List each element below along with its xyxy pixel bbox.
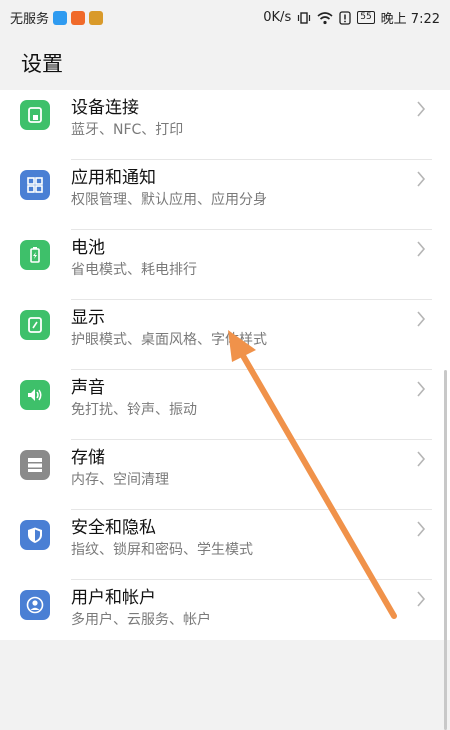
item-label: 显示 bbox=[71, 308, 105, 328]
item-subtitle: 免打扰、铃声、振动 bbox=[71, 402, 197, 418]
clock: 晚上 7:22 bbox=[380, 12, 440, 27]
carrier-text: 无服务 bbox=[10, 12, 50, 27]
item-label: 电池 bbox=[71, 238, 105, 258]
game-app-icon bbox=[89, 10, 104, 25]
status-bar: 无服务 0K/s 55 晚上 7:22 bbox=[0, 0, 450, 32]
scrollbar[interactable] bbox=[444, 370, 447, 730]
item-label: 设备连接 bbox=[71, 98, 139, 118]
chevron-right-icon bbox=[417, 171, 426, 187]
settings-item-device-connection[interactable]: 设备连接 蓝牙、NFC、打印 bbox=[0, 90, 450, 160]
status-left: 无服务 bbox=[10, 8, 104, 27]
video-app-icon bbox=[71, 10, 86, 25]
item-subtitle: 省电模式、耗电排行 bbox=[71, 262, 197, 278]
item-subtitle: 权限管理、默认应用、应用分身 bbox=[71, 192, 267, 208]
item-subtitle: 内存、空间清理 bbox=[71, 472, 169, 488]
item-subtitle: 护眼模式、桌面风格、字体样式 bbox=[71, 332, 267, 348]
item-label: 应用和通知 bbox=[71, 168, 156, 188]
battery-icon bbox=[20, 240, 50, 270]
user-icon bbox=[20, 590, 50, 620]
settings-item-storage[interactable]: 存储 内存、空间清理 bbox=[0, 440, 450, 510]
item-subtitle: 蓝牙、NFC、打印 bbox=[71, 122, 184, 138]
settings-item-security[interactable]: 安全和隐私 指纹、锁屏和密码、学生模式 bbox=[0, 510, 450, 580]
storage-icon bbox=[20, 450, 50, 480]
device-connection-icon bbox=[20, 100, 50, 130]
item-subtitle: 指纹、锁屏和密码、学生模式 bbox=[71, 542, 253, 558]
item-label: 安全和隐私 bbox=[71, 518, 156, 538]
display-icon bbox=[20, 310, 50, 340]
item-subtitle: 多用户、云服务、帐户 bbox=[71, 612, 211, 628]
alert-icon bbox=[339, 10, 351, 25]
chevron-right-icon bbox=[417, 451, 426, 467]
settings-item-apps[interactable]: 应用和通知 权限管理、默认应用、应用分身 bbox=[0, 160, 450, 230]
wifi-icon bbox=[317, 11, 333, 24]
settings-list: 设备连接 蓝牙、NFC、打印 应用和通知 权限管理、默认应用、应用分身 电池 省… bbox=[0, 90, 450, 730]
chevron-right-icon bbox=[417, 101, 426, 117]
chevron-right-icon bbox=[417, 591, 426, 607]
settings-item-sound[interactable]: 声音 免打扰、铃声、振动 bbox=[0, 370, 450, 440]
status-right: 0K/s 55 晚上 7:22 bbox=[263, 8, 440, 27]
network-speed: 0K/s bbox=[263, 10, 292, 25]
shield-icon bbox=[20, 520, 50, 550]
chevron-right-icon bbox=[417, 241, 426, 257]
item-label: 存储 bbox=[71, 448, 105, 468]
battery-level: 55 bbox=[357, 11, 375, 24]
app-notification-icon bbox=[53, 10, 68, 25]
apps-grid-icon bbox=[20, 170, 50, 200]
chevron-right-icon bbox=[417, 311, 426, 327]
vibrate-icon bbox=[298, 11, 311, 24]
page-header: 设置 bbox=[0, 32, 450, 90]
speaker-icon bbox=[20, 380, 50, 410]
settings-item-display[interactable]: 显示 护眼模式、桌面风格、字体样式 bbox=[0, 300, 450, 370]
page-title: 设置 bbox=[21, 52, 63, 76]
settings-item-battery[interactable]: 电池 省电模式、耗电排行 bbox=[0, 230, 450, 300]
chevron-right-icon bbox=[417, 381, 426, 397]
item-label: 用户和帐户 bbox=[71, 588, 156, 608]
chevron-right-icon bbox=[417, 521, 426, 537]
item-label: 声音 bbox=[71, 378, 105, 398]
